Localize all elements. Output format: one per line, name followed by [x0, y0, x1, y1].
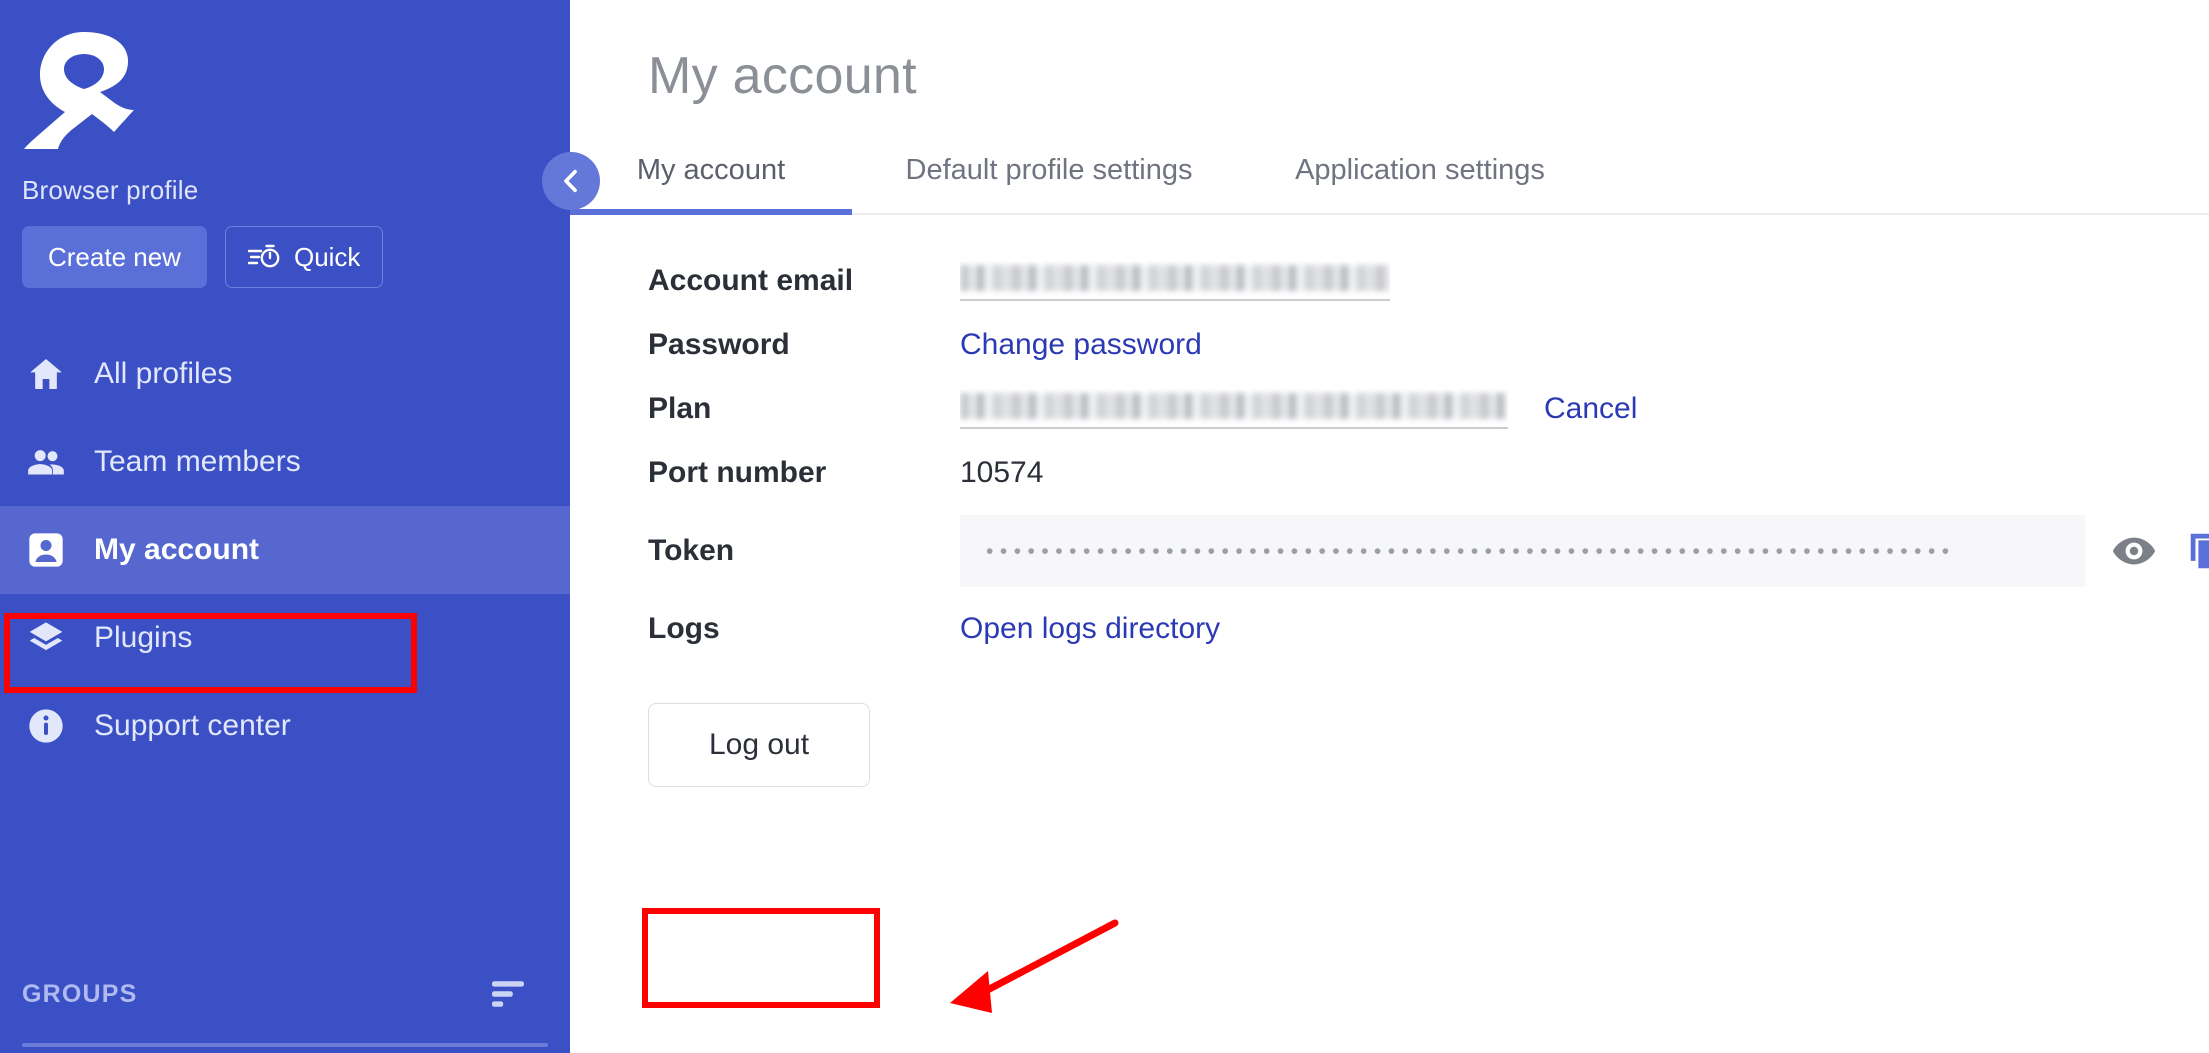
sidebar-item-label: Plugins: [94, 621, 193, 654]
cancel-plan-link[interactable]: Cancel: [1544, 392, 1637, 426]
row-account-email: Account email: [570, 249, 2209, 313]
app-window: Browser profile Create new Quick All pro…: [0, 0, 2209, 1053]
groups-sort-button[interactable]: [488, 978, 528, 1010]
tab-default-profile-settings[interactable]: Default profile settings: [876, 140, 1222, 213]
copy-icon: [2190, 533, 2209, 569]
token-copy-button[interactable]: [2183, 529, 2209, 573]
account-email-label: Account email: [648, 264, 854, 297]
sort-lines-icon: [492, 981, 524, 1007]
page-title: My account: [648, 47, 917, 105]
logout-area: Log out: [570, 661, 2209, 787]
row-plan: Plan Cancel: [570, 377, 2209, 441]
groups-header: GROUPS: [0, 978, 570, 1010]
open-logs-directory-link[interactable]: Open logs directory: [960, 612, 1220, 646]
token-input[interactable]: ••••••••••••••••••••••••••••••••••••••••…: [960, 515, 2085, 587]
people-icon: [24, 440, 68, 484]
app-logo: [0, 0, 570, 175]
account-email-value-redacted[interactable]: [960, 261, 1390, 301]
sidebar-item-support-center[interactable]: Support center: [0, 682, 570, 770]
token-masked-value: ••••••••••••••••••••••••••••••••••••••••…: [986, 540, 1956, 562]
port-number-value: 10574: [960, 456, 1044, 489]
sidebar-item-my-account[interactable]: My account: [0, 506, 570, 594]
row-logs: Logs Open logs directory: [570, 597, 2209, 661]
sidebar-item-all-profiles[interactable]: All profiles: [0, 330, 570, 418]
quick-button[interactable]: Quick: [224, 226, 384, 288]
main-content: My account My account Default profile se…: [570, 0, 2209, 1053]
change-password-link[interactable]: Change password: [960, 328, 1202, 362]
tab-application-settings[interactable]: Application settings: [1252, 140, 1588, 213]
create-new-button[interactable]: Create new: [22, 226, 207, 288]
home-icon: [24, 352, 68, 396]
chevron-left-icon: [564, 169, 577, 193]
token-label: Token: [648, 534, 735, 567]
account-icon: [24, 528, 68, 572]
browser-profile-label: Browser profile: [22, 175, 199, 205]
quick-button-label: Quick: [293, 241, 361, 272]
sidebar: Browser profile Create new Quick All pro…: [0, 0, 570, 1053]
row-port-number: Port number 10574: [570, 441, 2209, 505]
row-password: Password Change password: [570, 313, 2209, 377]
password-label: Password: [648, 328, 790, 361]
profile-actions: Create new Quick: [0, 206, 570, 288]
tab-my-account[interactable]: My account: [570, 140, 852, 215]
plan-value-redacted: [960, 389, 1508, 429]
plan-label: Plan: [648, 392, 712, 425]
tab-bar: My account Default profile settings Appl…: [570, 140, 2209, 215]
sidebar-item-team-members[interactable]: Team members: [0, 418, 570, 506]
sidebar-collapse-button[interactable]: [542, 152, 600, 210]
sidebar-item-label: Support center: [94, 709, 291, 742]
layers-icon: [24, 616, 68, 660]
groups-divider: [22, 1043, 548, 1047]
row-token: Token ••••••••••••••••••••••••••••••••••…: [570, 505, 2209, 597]
log-out-button[interactable]: Log out: [648, 703, 870, 787]
token-reveal-button[interactable]: [2111, 535, 2157, 567]
account-form: Account email Password Change password P…: [570, 215, 2209, 661]
sidebar-nav: All profiles Team members My account Plu…: [0, 330, 570, 770]
sidebar-item-label: My account: [94, 533, 260, 566]
groups-label: GROUPS: [22, 979, 138, 1008]
stopwatch-speed-icon: [247, 244, 280, 268]
logs-label: Logs: [648, 612, 720, 645]
sidebar-item-plugins[interactable]: Plugins: [0, 594, 570, 682]
info-icon: [24, 704, 68, 748]
sidebar-item-label: All profiles: [94, 357, 233, 390]
sidebar-item-label: Team members: [94, 445, 301, 478]
eye-icon: [2112, 537, 2156, 565]
adspower-person-logo-icon: [24, 32, 134, 149]
port-number-label: Port number: [648, 456, 827, 489]
